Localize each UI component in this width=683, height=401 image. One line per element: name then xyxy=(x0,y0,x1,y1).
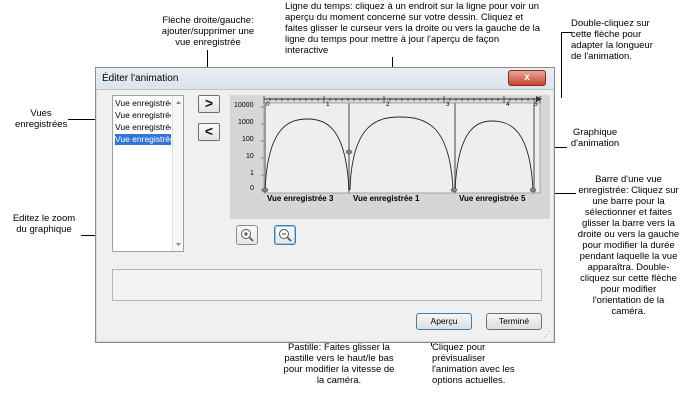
callout-timeline: Ligne du temps: cliquez à un endroit sur… xyxy=(285,1,541,56)
list-item[interactable]: Vue enregistrée xyxy=(115,98,171,109)
callout-arrows: Flèche droite/gauche: ajouter/supprimer … xyxy=(161,15,255,48)
callout-saved-views: Vues enregistrées xyxy=(15,108,68,130)
list-item[interactable]: Vue enregistrée xyxy=(115,110,171,121)
edit-animation-dialog: Éditer l'animation x Vue enregistrée Vue… xyxy=(95,67,555,343)
timeline-tick-label: 0 xyxy=(266,101,270,108)
remove-view-button[interactable]: < xyxy=(198,123,220,141)
y-tick-label: 1 xyxy=(250,170,254,177)
timeline-tick-label: 4 xyxy=(506,101,510,108)
leader-length-v xyxy=(561,32,562,98)
saved-views-list[interactable]: Vue enregistrée Vue enregistrée Vue enre… xyxy=(112,95,184,252)
segment-label[interactable]: Vue enregistrée 1 xyxy=(353,194,419,203)
done-button[interactable]: Terminé xyxy=(486,313,542,330)
close-button[interactable]: x xyxy=(508,70,546,86)
y-tick-label: 100 xyxy=(242,136,254,143)
resize-grip-icon[interactable]: ⋰ xyxy=(543,330,551,339)
leader-length xyxy=(561,32,572,33)
timeline-tick-label: 3 xyxy=(446,101,450,108)
y-tick-label: 1000 xyxy=(238,119,254,126)
timeline-ruler[interactable] xyxy=(263,96,541,103)
zoom-out-button[interactable] xyxy=(274,225,296,245)
timeline-tick-label: 5 xyxy=(534,101,538,108)
animation-graph[interactable]: 10000 1000 100 10 1 0 0 1 2 3 4 5 Vue en… xyxy=(230,95,550,219)
info-textbox xyxy=(112,269,542,301)
callout-graph: Graphique d'animation xyxy=(570,127,620,149)
callout-zoom: Editez le zoom du graphique xyxy=(12,213,76,235)
callout-view-bar: Barre d'une vue enregistrée: Cliquez sur… xyxy=(577,174,680,317)
list-item[interactable]: Vue enregistrée xyxy=(115,122,171,133)
callout-length: Double-cliquez sur cette flèche pour ada… xyxy=(571,18,653,62)
timeline-tick-label: 2 xyxy=(386,101,390,108)
timeline-tick-label: 1 xyxy=(326,101,330,108)
dialog-title: Éditer l'animation xyxy=(102,73,179,84)
add-view-button[interactable]: > xyxy=(198,95,220,113)
zoom-in-button[interactable] xyxy=(236,225,258,245)
magnifier-minus-icon xyxy=(279,229,292,242)
callout-preview: Cliquez pour prévisualiser l'animation a… xyxy=(432,342,515,386)
scroll-arrows-icon xyxy=(176,101,181,246)
preview-button[interactable]: Aperçu xyxy=(416,313,472,330)
list-item-selected[interactable]: Vue enregistrée xyxy=(115,134,171,145)
magnifier-plus-icon xyxy=(241,229,254,242)
list-scrollbar[interactable] xyxy=(172,96,183,251)
title-bar: Éditer l'animation x xyxy=(96,68,554,90)
callout-pastille: Pastille: Faites glisser la pastille ver… xyxy=(283,342,395,386)
segment-label[interactable]: Vue enregistrée 3 xyxy=(267,194,333,203)
segment-label[interactable]: Vue enregistrée 5 xyxy=(459,194,525,203)
y-tick-label: 10 xyxy=(246,153,254,160)
y-tick-label: 10000 xyxy=(234,102,254,109)
y-tick-label: 0 xyxy=(250,185,254,192)
